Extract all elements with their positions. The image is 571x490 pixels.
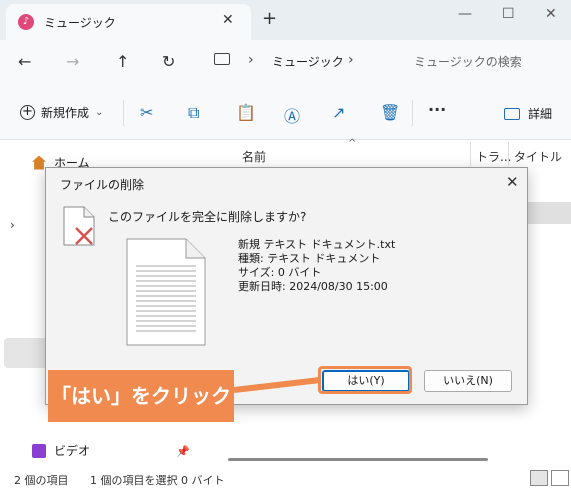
sidebar-item-videos[interactable]: ビデオ xyxy=(32,442,90,459)
rename-icon[interactable]: Ⓐ xyxy=(284,103,300,127)
selected-file-row[interactable] xyxy=(524,202,571,224)
video-icon xyxy=(32,443,46,458)
details-pane-icon xyxy=(504,107,520,120)
command-bar: + 新規作成 ⌄ ✂ ⧉ 📋 Ⓐ ↗ 🗑 ··· 詳細 xyxy=(0,84,571,140)
column-header-track[interactable]: トラ... xyxy=(476,148,511,165)
title-bar: ♪ ミュージック ✕ + — ☐ ✕ xyxy=(0,0,571,40)
maximize-button[interactable]: ☐ xyxy=(502,6,515,22)
tab-close-icon[interactable]: ✕ xyxy=(222,12,234,28)
breadcrumb-separator[interactable]: › xyxy=(248,52,254,68)
back-button[interactable]: ← xyxy=(18,52,31,71)
sidebar-item-label: ビデオ xyxy=(54,444,91,458)
horizontal-scrollbar[interactable] xyxy=(228,458,488,461)
details-pane-button[interactable]: 詳細 xyxy=(504,105,552,122)
column-divider[interactable] xyxy=(470,142,471,166)
yes-button-highlight xyxy=(318,366,412,394)
column-header-title[interactable]: タイトル xyxy=(514,148,562,165)
refresh-button[interactable]: ↻ xyxy=(162,52,175,71)
window-close-button[interactable]: ✕ xyxy=(545,6,557,22)
delete-file-icon xyxy=(63,206,95,246)
delete-icon[interactable]: 🗑 xyxy=(380,103,400,122)
dialog-title: ファイルの削除 xyxy=(60,178,145,192)
dialog-question: このファイルを完全に削除しますか? xyxy=(108,210,307,224)
copy-icon[interactable]: ⧉ xyxy=(188,103,199,123)
chevron-down-icon: ⌄ xyxy=(95,107,104,118)
cut-icon[interactable]: ✂ xyxy=(140,103,153,122)
instruction-callout: 「はい」をクリック xyxy=(48,370,234,422)
plus-icon: + xyxy=(20,105,35,120)
new-button[interactable]: + 新規作成 ⌄ xyxy=(20,104,103,121)
share-icon[interactable]: ↗ xyxy=(332,103,345,122)
pc-icon[interactable] xyxy=(214,53,230,65)
details-view-button[interactable] xyxy=(530,470,548,486)
address-bar-row: ← → ↑ ↻ › ミュージック › ミュージックの検索 xyxy=(0,40,571,84)
selection-info: 1 個の項目を選択 0 バイト xyxy=(90,474,225,487)
details-label: 詳細 xyxy=(528,107,553,121)
new-tab-button[interactable]: + xyxy=(262,8,277,29)
tab-music[interactable]: ♪ ミュージック ✕ xyxy=(6,4,251,40)
home-icon xyxy=(32,155,46,170)
expand-chevron-icon[interactable]: › xyxy=(10,218,15,232)
forward-button[interactable]: → xyxy=(66,52,79,71)
paste-icon[interactable]: 📋 xyxy=(236,103,256,122)
breadcrumb-separator[interactable]: › xyxy=(348,52,354,68)
minimize-button[interactable]: — xyxy=(458,6,472,22)
divider xyxy=(412,100,413,126)
status-bar: 2 個の項目 1 個の項目を選択 0 バイト xyxy=(0,465,571,490)
no-button[interactable]: いいえ(N) xyxy=(424,370,512,392)
column-divider[interactable] xyxy=(508,142,509,166)
callout-arrow xyxy=(233,377,321,393)
column-header-name[interactable]: 名前 xyxy=(242,148,266,165)
file-modified-date: 更新日時: 2024/08/30 15:00 xyxy=(238,280,388,293)
item-count: 2 個の項目 xyxy=(14,474,69,487)
tiles-view-button[interactable] xyxy=(551,470,569,486)
search-input[interactable]: ミュージックの検索 xyxy=(414,53,522,70)
sort-caret-icon: ^ xyxy=(348,138,357,149)
up-button[interactable]: ↑ xyxy=(116,52,129,71)
pin-icon: 📌 xyxy=(176,445,190,458)
breadcrumb-music[interactable]: ミュージック xyxy=(272,53,344,70)
music-icon: ♪ xyxy=(18,14,34,30)
text-document-thumbnail xyxy=(126,238,206,346)
dialog-close-icon[interactable]: ✕ xyxy=(506,173,519,191)
divider xyxy=(123,100,124,126)
more-options-button[interactable]: ··· xyxy=(428,100,446,119)
tab-title: ミュージック xyxy=(44,16,116,30)
new-label: 新規作成 xyxy=(41,106,90,120)
